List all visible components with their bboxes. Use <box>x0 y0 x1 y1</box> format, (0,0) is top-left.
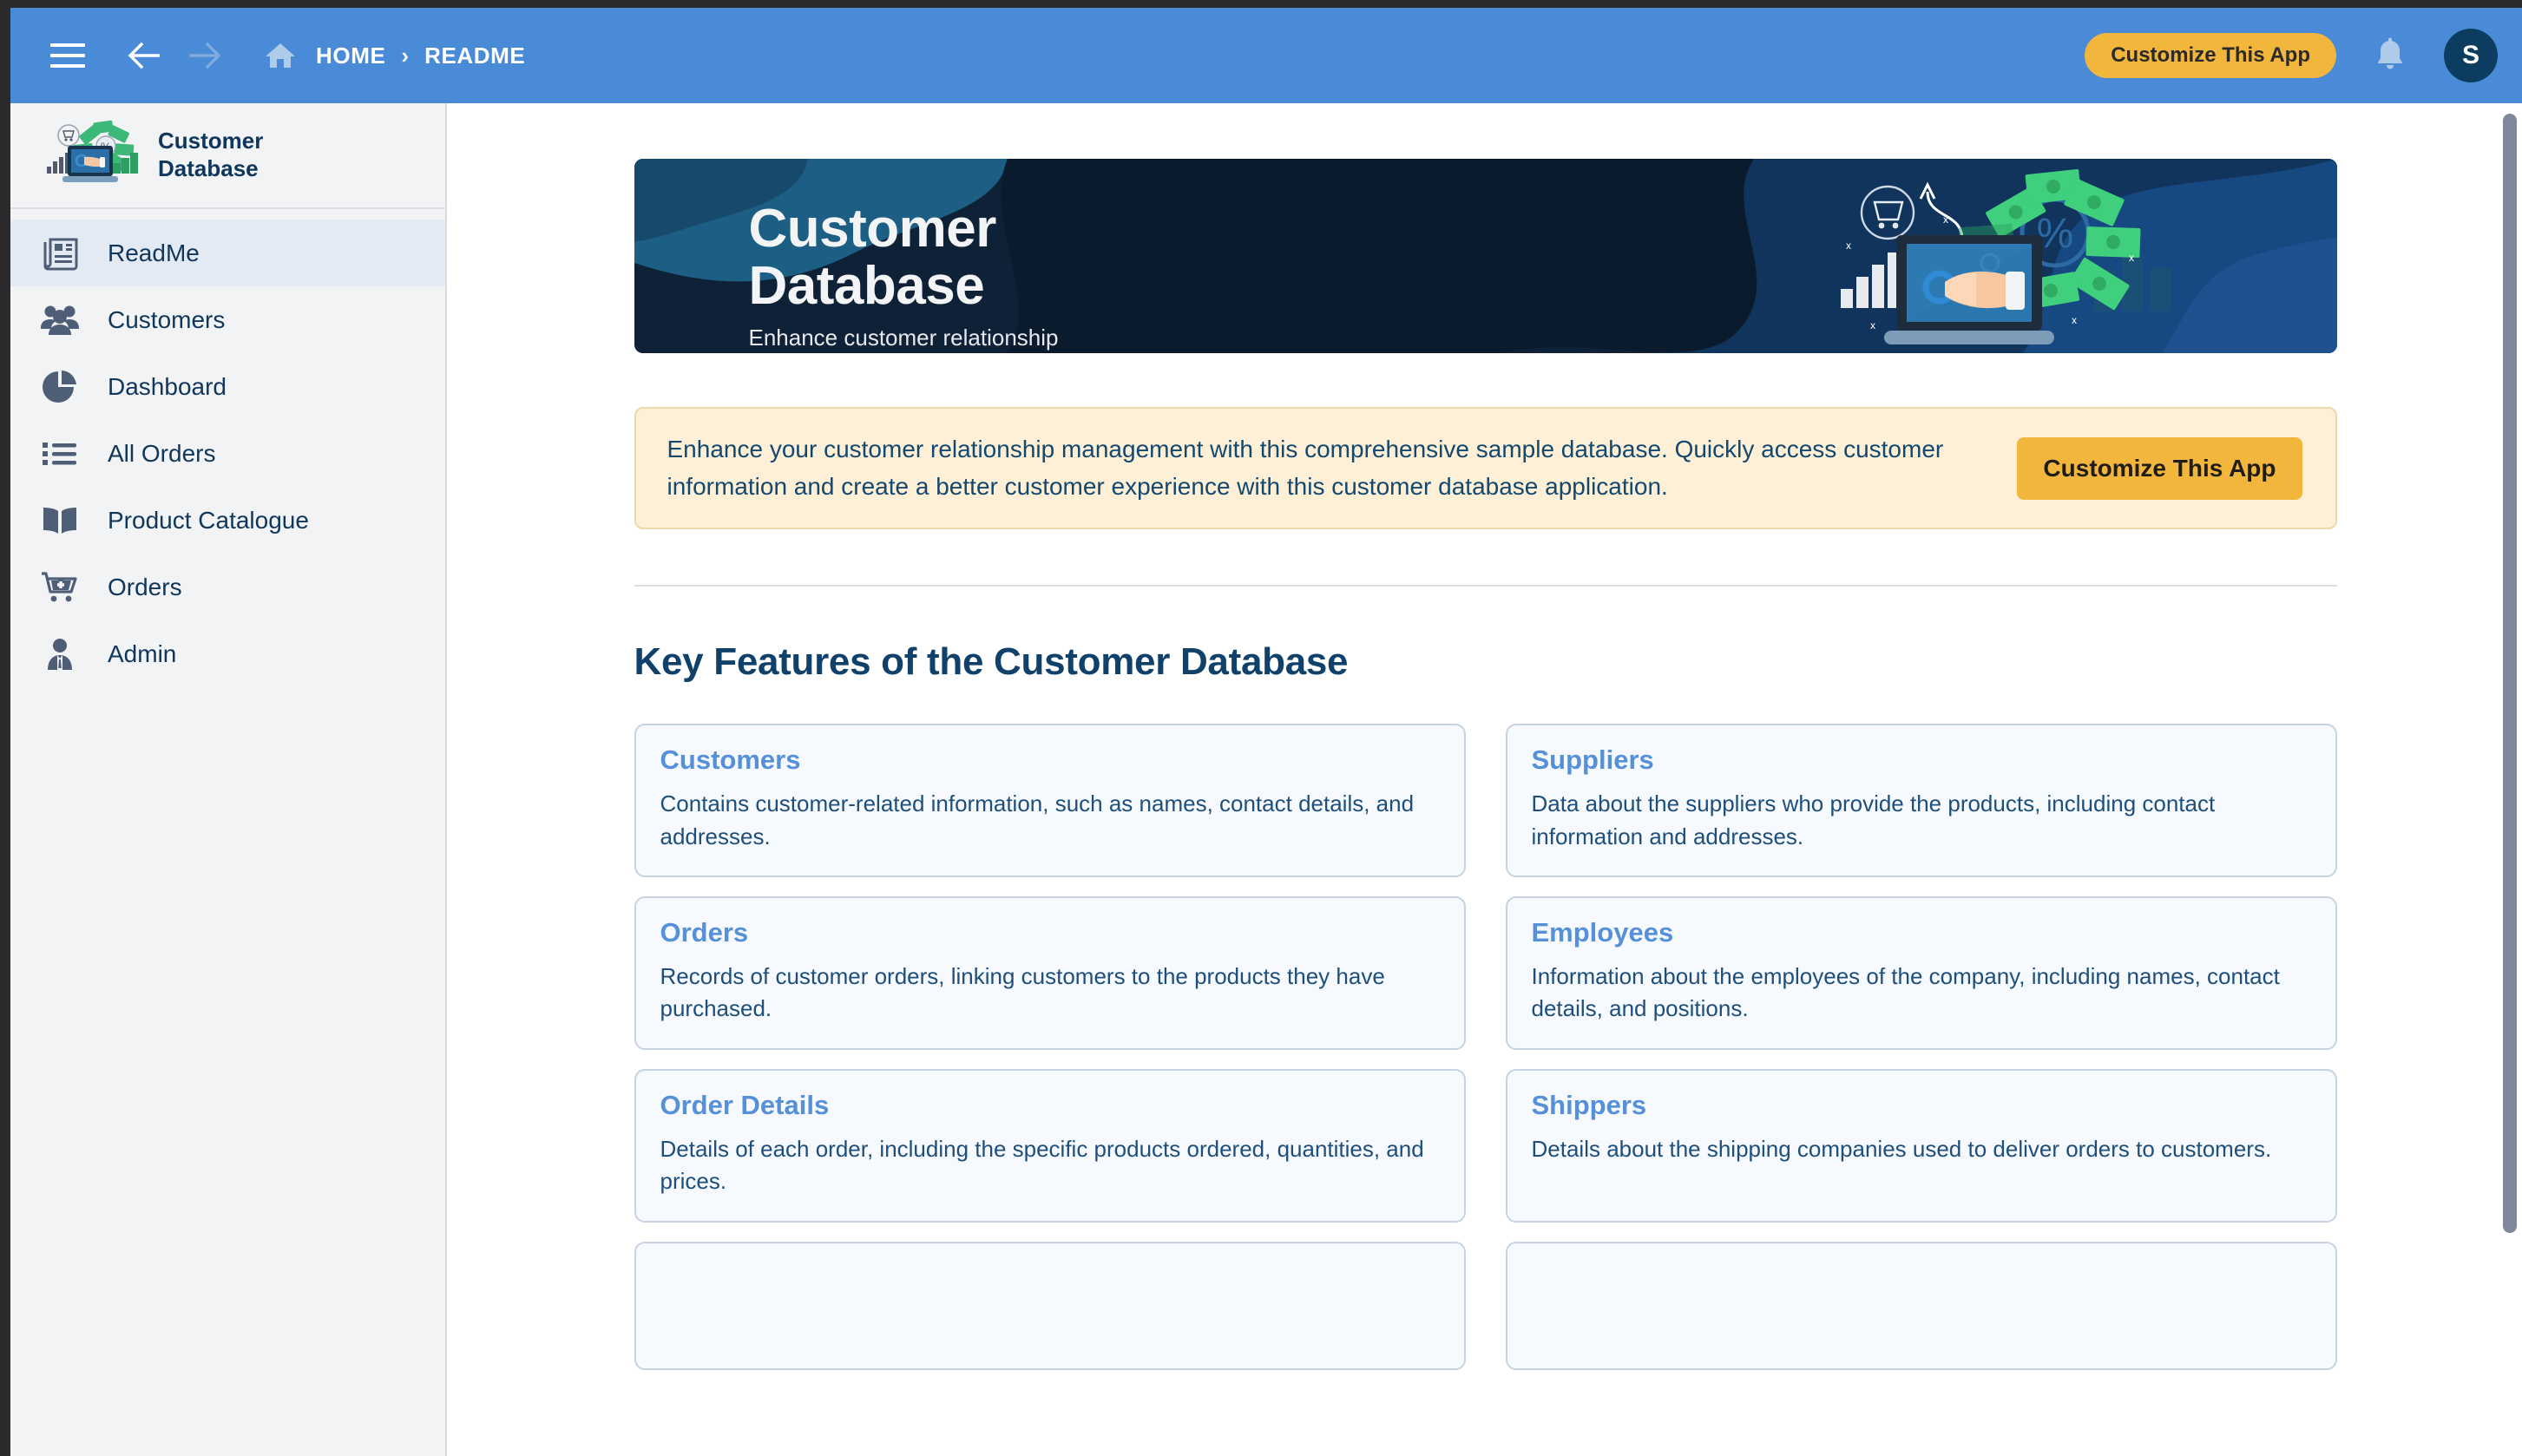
readme-page: Customer Database Enhance customer relat… <box>449 103 2522 1370</box>
sidebar-item-label: All Orders <box>108 439 216 467</box>
breadcrumb: HOME › README <box>264 41 525 70</box>
hero-banner: Customer Database Enhance customer relat… <box>634 159 2337 353</box>
feature-card-description: Data about the suppliers who provide the… <box>1531 790 2216 849</box>
feature-card-next-left[interactable] <box>634 1241 1466 1370</box>
customize-app-callout-button[interactable]: Customize This App <box>2017 436 2302 500</box>
page-scrollbar-thumb[interactable] <box>2503 114 2517 1233</box>
pie-chart-icon <box>40 367 80 407</box>
feature-card-title: Suppliers <box>1531 744 1654 776</box>
sidebar-nav-list: ReadMe Customers Dashboard All Orders Pr… <box>10 209 445 687</box>
svg-text:x: x <box>2072 314 2077 326</box>
hero-title: Customer Database <box>748 199 997 316</box>
sidebar-brand-title: Customer Database <box>158 128 264 181</box>
laptop-hand-money-illustration: % x x x x x <box>1834 159 2233 353</box>
breadcrumb-separator: › <box>401 42 410 69</box>
sidebar-item-all-orders[interactable]: All Orders <box>10 420 445 487</box>
section-divider <box>634 585 2337 587</box>
feature-card-orders[interactable]: Orders Records of customer orders, linki… <box>634 895 1466 1050</box>
appbar-right-group: Customize This App S <box>2085 29 2498 82</box>
hamburger-menu-icon <box>50 43 85 68</box>
sidebar-item-orders[interactable]: Orders <box>10 554 445 620</box>
arrow-left-icon <box>128 42 160 69</box>
navigation-arrows <box>120 31 229 80</box>
sidebar-item-label: Admin <box>108 639 177 667</box>
hero-text-block: Customer Database Enhance customer relat… <box>749 200 1059 351</box>
customize-app-topbar-button[interactable]: Customize This App <box>2085 33 2336 78</box>
feature-card-title: Shippers <box>1531 1089 1647 1120</box>
breadcrumb-home-link[interactable]: HOME <box>316 43 385 69</box>
user-avatar[interactable]: S <box>2444 29 2498 82</box>
cart-plus-icon <box>40 567 80 607</box>
breadcrumb-current[interactable]: README <box>424 43 525 69</box>
feature-card-description: Details about the shipping companies use… <box>1531 1135 2272 1162</box>
sidebar-brand[interactable]: % Customer Database <box>10 103 445 209</box>
appbar-left-group: HOME › README <box>43 31 525 80</box>
people-group-icon <box>40 300 80 340</box>
hero-subtitle: Enhance customer relationship <box>748 325 1059 351</box>
sidebar-item-label: Orders <box>108 573 182 600</box>
app-viewport: HOME › README Customize This App S Custo… <box>10 8 2522 1456</box>
sidebar-item-label: Customers <box>108 305 226 333</box>
sidebar-item-product-catalogue[interactable]: Product Catalogue <box>10 487 445 554</box>
page-title: Key Features of the Customer Database <box>634 640 1349 684</box>
svg-text:x: x <box>2129 252 2134 264</box>
newspaper-icon <box>40 233 80 273</box>
notifications-button[interactable] <box>2366 31 2414 80</box>
feature-card-customers[interactable]: Customers Contains customer-related info… <box>634 724 1466 877</box>
feature-card-employees[interactable]: Employees Information about the employee… <box>1505 895 2337 1050</box>
feature-card-description: Information about the employees of the c… <box>1531 962 2280 1022</box>
bulleted-list-icon <box>40 434 80 474</box>
feature-card-title: Orders <box>660 916 749 948</box>
customer-database-logo: % <box>45 118 139 193</box>
open-book-icon <box>40 501 80 541</box>
feature-card-shippers[interactable]: Shippers Details about the shipping comp… <box>1505 1068 2337 1223</box>
feature-card-suppliers[interactable]: Suppliers Data about the suppliers who p… <box>1505 724 2337 877</box>
home-icon[interactable] <box>264 41 297 70</box>
sidebar-item-dashboard[interactable]: Dashboard <box>10 353 445 420</box>
main-content: Customer Database Enhance customer relat… <box>449 103 2522 1456</box>
sidebar-item-label: Product Catalogue <box>108 506 309 534</box>
sidebar-item-label: Dashboard <box>108 372 227 400</box>
feature-card-description: Contains customer-related information, s… <box>660 790 1415 849</box>
bell-icon <box>2377 37 2403 69</box>
feature-card-next-right[interactable] <box>1505 1241 2337 1370</box>
promo-callout-text: Enhance your customer relationship manag… <box>667 436 1944 500</box>
top-app-bar: HOME › README Customize This App S <box>10 8 2522 103</box>
sidebar-item-readme[interactable]: ReadMe <box>10 220 445 286</box>
feature-card-description: Records of customer orders, linking cust… <box>660 962 1385 1022</box>
user-tie-icon <box>40 634 80 674</box>
sidebar-item-label: ReadMe <box>108 239 200 266</box>
svg-text:x: x <box>1846 239 1851 252</box>
promo-callout: Enhance your customer relationship manag… <box>634 407 2337 530</box>
feature-card-order-details[interactable]: Order Details Details of each order, inc… <box>634 1068 1466 1223</box>
back-button[interactable] <box>120 31 168 80</box>
svg-text:x: x <box>1943 213 1948 226</box>
feature-card-title: Employees <box>1531 916 1674 948</box>
feature-card-grid: Customers Contains customer-related info… <box>634 724 2337 1370</box>
feature-card-description: Details of each order, including the spe… <box>660 1135 1424 1195</box>
sidebar: % Customer Database <box>10 103 447 1456</box>
forward-button[interactable] <box>181 31 229 80</box>
hamburger-menu-button[interactable] <box>43 31 92 80</box>
svg-text:x: x <box>1870 319 1875 331</box>
sidebar-item-admin[interactable]: Admin <box>10 620 445 687</box>
feature-card-title: Order Details <box>660 1089 830 1120</box>
feature-card-title: Customers <box>660 744 801 776</box>
sidebar-item-customers[interactable]: Customers <box>10 286 445 353</box>
browser-window-frame: HOME › README Customize This App S Custo… <box>0 0 2522 1456</box>
svg-text:%: % <box>2036 211 2073 257</box>
arrow-right-icon <box>189 42 221 69</box>
